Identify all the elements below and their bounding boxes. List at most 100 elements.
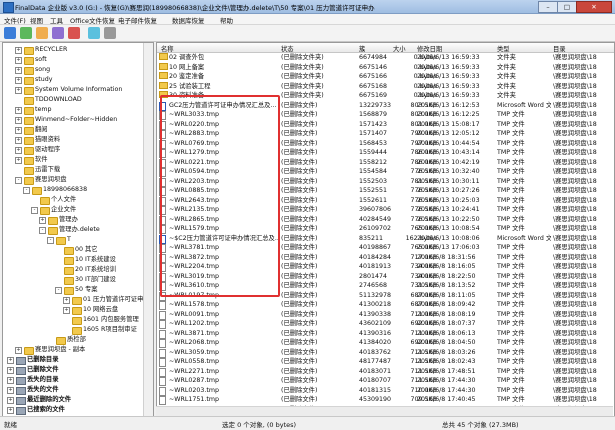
menu-item[interactable]: 帮助 — [220, 15, 233, 25]
expand-toggle-icon[interactable]: + — [39, 217, 46, 224]
table-row[interactable]: ~WRL0287.tmp (已删除文件) 40180707 711.5KB 2016/6… — [157, 376, 614, 386]
cell-date: 2016/6/8 18:03:26 — [417, 348, 476, 356]
cell-type: TMP 文件 — [497, 301, 525, 308]
expand-toggle-icon[interactable]: + — [15, 107, 22, 114]
cell-cluster: 40183762 — [359, 348, 391, 356]
cell-status: (已删除文件) — [281, 196, 318, 204]
table-row[interactable]: ~WRL0558.tmp (已删除文件) 48177487 711.5KB 2016/6… — [157, 357, 614, 367]
tree-item-label: 管理办 — [59, 216, 78, 223]
column-header[interactable]: 名称 — [161, 44, 174, 53]
expand-toggle-icon[interactable]: + — [7, 377, 14, 384]
menu-item[interactable]: 电子邮件恢复 — [118, 15, 157, 25]
expand-toggle-icon[interactable]: + — [15, 77, 22, 84]
expand-toggle-icon[interactable]: - — [47, 237, 54, 244]
folder-tree[interactable]: + RECYCLER + soft + song + study + System Volume … — [2, 42, 154, 417]
expand-toggle-icon[interactable]: + — [7, 397, 14, 404]
cell-type: 文件夹 — [497, 82, 516, 90]
table-row[interactable]: ~WRL2271.tmp (已删除文件) 40183071 711.5KB 2016/6… — [157, 367, 614, 377]
expand-toggle-icon[interactable]: + — [7, 407, 14, 414]
cell-status: (已删除文件夹) — [281, 63, 324, 71]
list-header: 名称 状态 簇 大小 修改日期 类型 目录 — [157, 43, 614, 53]
folder-icon — [64, 247, 74, 255]
expand-toggle-icon[interactable]: + — [15, 87, 22, 94]
table-row[interactable]: ~WRL1202.tmp (已删除文件) 43602109 692.0KB 2016/6… — [157, 319, 614, 329]
expand-toggle-icon[interactable]: + — [15, 57, 22, 64]
column-header[interactable]: 修改日期 — [417, 44, 442, 53]
cell-type: TMP 文件 — [497, 348, 525, 356]
cell-type: TMP 文件 — [497, 310, 525, 318]
expand-toggle-icon[interactable]: + — [15, 137, 22, 144]
help-icon[interactable] — [104, 27, 116, 39]
cell-date: 2016/6/8 17:48:51 — [417, 367, 476, 375]
cell-type: TMP 文件 — [497, 111, 525, 118]
cell-date: 2016/6/13 10:43:14 — [417, 149, 480, 156]
folder-icon — [24, 347, 34, 355]
maximize-button[interactable]: □ — [557, 1, 577, 13]
expand-toggle-icon[interactable]: + — [63, 297, 70, 304]
column-header[interactable]: 目录 — [553, 44, 566, 53]
folder-icon — [24, 157, 34, 165]
expand-toggle-icon[interactable]: + — [7, 387, 14, 394]
expand-toggle-icon[interactable]: + — [15, 347, 22, 354]
tree-item-label: 管理办.delete — [59, 226, 100, 233]
expand-toggle-icon[interactable]: - — [39, 227, 46, 234]
expand-toggle-icon[interactable]: - — [15, 177, 22, 184]
cell-cluster: 45309190 — [359, 396, 391, 403]
recover-icon[interactable] — [20, 27, 32, 39]
column-header[interactable]: 大小 — [393, 44, 406, 53]
table-row[interactable]: 10 网上备案 (已删除文件夹) 6675146 0 bytes 2016/6/13 1… — [157, 62, 614, 73]
expand-toggle-icon[interactable]: - — [31, 207, 38, 214]
column-header[interactable]: 类型 — [497, 44, 510, 53]
close-button[interactable]: ✕ — [576, 1, 612, 13]
menu-item[interactable]: 工具 — [50, 15, 63, 25]
menu-item[interactable]: 文件(F) — [4, 15, 26, 25]
cell-name: ~WRL3059.tmp — [169, 348, 220, 356]
options-icon[interactable] — [52, 27, 64, 39]
menu-item[interactable]: Office文件恢复 — [70, 15, 115, 25]
cell-status: (已删除文件) — [281, 225, 318, 232]
expand-toggle-icon[interactable]: + — [7, 367, 14, 374]
tree-item-label: 质检部 — [67, 336, 86, 343]
table-row[interactable]: ~WRL3871.tmp (已删除文件) 41390316 711.0KB 2016/6… — [157, 329, 614, 339]
folder-icon — [72, 327, 82, 335]
expand-toggle-icon[interactable]: + — [63, 307, 70, 314]
table-row[interactable]: 25 试验装工程 (已删除文件夹) 6675168 0 bytes 2016/6/13 … — [157, 81, 614, 92]
expand-toggle-icon[interactable]: - — [23, 187, 30, 194]
table-row[interactable]: ~WRL2068.tmp (已删除文件) 41384020 692.0KB 2016/6… — [157, 338, 614, 348]
expand-toggle-icon[interactable]: + — [7, 357, 14, 364]
search-icon[interactable] — [36, 27, 48, 39]
expand-toggle-icon[interactable]: + — [15, 117, 22, 124]
table-row[interactable]: ~WRL1578.tmp (已删除文件) 41300218 687.0KB 2016/6… — [157, 300, 614, 310]
table-row[interactable]: ~WRL3059.tmp (已删除文件) 40183762 711.5KB 2016/6… — [157, 348, 614, 358]
table-row[interactable]: ~WRL0203.tmp (已删除文件) 40181315 710.0KB 2016/6… — [157, 386, 614, 396]
table-row[interactable]: ~WRL1751.tmp (已删除文件) 45309190 709.5KB 2016/6… — [157, 395, 614, 405]
table-row[interactable]: 02 调查外包 (已删除文件夹) 6674984 0 bytes 2016/6/13 1… — [157, 53, 614, 63]
cell-name: ~WRL0203.tmp — [169, 386, 220, 394]
menu-item[interactable]: 数据库恢复 — [172, 15, 205, 25]
tree-scrollbar[interactable] — [143, 43, 153, 416]
minimize-button[interactable]: – — [538, 1, 558, 13]
menu-item[interactable]: 视图 — [30, 15, 43, 25]
table-row[interactable]: 20 鉴定准备 (已删除文件夹) 6675166 0 bytes 2016/6/13 1… — [157, 72, 614, 82]
column-header[interactable]: 状态 — [281, 44, 294, 53]
cell-dir: \赛思润坝盘\18 — [553, 149, 597, 156]
delete-icon[interactable] — [68, 27, 80, 39]
expand-toggle-icon[interactable]: + — [15, 147, 22, 154]
cell-cluster: 48177487 — [359, 358, 391, 365]
expand-toggle-icon[interactable]: + — [15, 157, 22, 164]
expand-toggle-icon[interactable]: + — [15, 67, 22, 74]
tree-item-label: 20 IT系统培训 — [75, 266, 116, 273]
table-row[interactable]: ~WRL0091.tmp (已删除文件) 41390338 711.0KB 2016/6… — [157, 310, 614, 320]
expand-toggle-icon[interactable]: + — [15, 47, 22, 54]
folder-icon — [48, 227, 58, 235]
column-header[interactable]: 簇 — [359, 44, 365, 53]
list-hscrollbar[interactable] — [156, 406, 613, 416]
cell-date: 2016/6/13 16:59:33 — [417, 82, 480, 90]
view-icon[interactable] — [88, 27, 100, 39]
cell-dir: \赛思润坝盘\18 — [553, 158, 597, 166]
cell-date: 2016/6/13 16:59:33 — [417, 54, 480, 61]
menu-bar: 文件(F) 视图 工具 Office文件恢复 电子邮件恢复 数据库恢复 帮助 — [0, 14, 615, 25]
expand-toggle-icon[interactable]: + — [15, 127, 22, 134]
expand-toggle-icon[interactable]: - — [55, 287, 62, 294]
open-drive-icon[interactable] — [4, 27, 16, 39]
